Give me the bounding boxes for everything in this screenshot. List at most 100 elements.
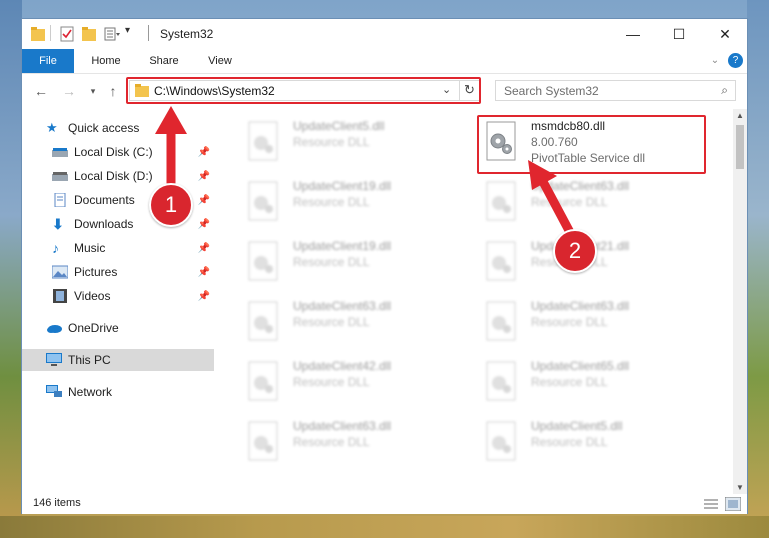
file-name: UpdateClient63.dll [531,299,630,313]
sidebar-item-label: Videos [74,289,111,303]
ribbon: File Home Share View ⌄ ? [22,49,747,74]
music-icon: ♪ [52,240,59,256]
sidebar-item-local-disk-c[interactable]: Local Disk (C:) 📌 [22,141,214,163]
list-item[interactable]: UpdateClient42.dll Resource DLL [245,357,455,405]
chevron-down-icon[interactable]: ▾ [125,25,130,41]
up-arrow-icon[interactable]: ↑ [104,82,122,100]
address-highlight-annotation [126,77,481,104]
file-highlight-annotation [477,115,706,174]
minimize-button[interactable]: — [610,19,656,49]
desktop-background-right [747,0,769,538]
list-item[interactable]: UpdateClient5.dll Resource DLL [483,417,693,465]
sidebar-item-label: Pictures [74,265,118,279]
file-name: UpdateClient19.dll [293,179,392,193]
sidebar-item-label: Network [68,385,113,399]
step-badge-1: 1 [149,183,193,227]
pin-icon[interactable]: 📌 [198,219,210,230]
pin-icon[interactable]: 📌 [198,243,210,254]
sidebar-item-onedrive[interactable]: OneDrive [22,317,214,339]
forward-arrow-icon[interactable]: → [60,82,78,100]
desktop-background-left [0,0,22,538]
customize-icon[interactable] [104,26,120,42]
file-name: UpdateClient63.dll [293,419,392,433]
divider [50,25,51,41]
pictures-icon [52,265,68,279]
vertical-scrollbar[interactable]: ▲ ▼ [733,109,747,494]
file-description: Resource DLL [293,315,370,329]
list-item[interactable]: UpdateClient63.dll Resource DLL [245,297,455,345]
file-description: Resource DLL [293,255,370,269]
scroll-down-icon[interactable]: ▼ [736,483,744,492]
help-button[interactable]: ? [728,53,743,68]
dll-file-icon [486,301,516,341]
new-folder-icon[interactable] [82,26,96,42]
list-item[interactable]: UpdateClient5.dll Resource DLL [245,117,455,165]
sidebar-item-music[interactable]: ♪ Music 📌 [22,237,214,259]
pin-icon[interactable]: 📌 [198,171,210,182]
sidebar-item-label: OneDrive [68,321,119,335]
search-icon[interactable]: ⌕ [721,83,728,98]
navigation-pane: ★ Quick access Local Disk (C:) 📌 Local D… [22,109,214,494]
back-arrow-icon[interactable]: ← [32,82,50,100]
sidebar-item-label: Local Disk (C:) [74,145,153,159]
sidebar-item-quick-access[interactable]: ★ Quick access [22,117,214,139]
list-item[interactable]: UpdateClient65.dll Resource DLL [483,357,693,405]
tab-home[interactable]: Home [82,49,130,73]
pin-icon[interactable]: 📌 [198,291,210,302]
search-input[interactable]: Search System32 ⌕ [495,80,736,101]
dll-file-icon [248,181,278,221]
item-count: 146 items [33,497,81,509]
window-title: System32 [160,27,214,41]
details-view-icon[interactable] [703,498,719,510]
file-description: Resource DLL [531,435,608,449]
file-description: Resource DLL [293,375,370,389]
navigation-bar: ← → ▾ ↑ C:\Windows\System32 ⌄ ↻ Search S… [22,74,747,108]
sidebar-item-pictures[interactable]: Pictures 📌 [22,261,214,283]
pin-icon[interactable]: 📌 [198,195,210,206]
sidebar-item-this-pc[interactable]: This PC [22,349,214,371]
file-name: UpdateClient63.dll [293,299,392,313]
scrollbar-thumb[interactable] [736,125,744,169]
tab-file[interactable]: File [22,49,74,73]
file-name: UpdateClient5.dll [531,419,623,433]
divider [148,25,149,41]
title-bar: ▾ System32 — ☐ ✕ [22,19,747,49]
large-icons-view-icon[interactable] [725,497,741,511]
file-description: Resource DLL [293,195,370,209]
tab-share[interactable]: Share [140,49,188,73]
computer-icon [46,353,62,366]
file-list: UpdateClient5.dll Resource DLL UpdateCli… [215,109,733,494]
properties-icon[interactable] [60,26,74,42]
list-item[interactable]: UpdateClient19.dll Resource DLL [245,237,455,285]
list-item[interactable]: UpdateClient19.dll Resource DLL [245,177,455,225]
chevron-down-icon[interactable]: ⌄ [706,49,724,73]
drive-icon [52,148,68,157]
file-name: UpdateClient42.dll [293,359,392,373]
desktop-background-bottom [0,516,769,538]
dll-file-icon [486,181,516,221]
close-button[interactable]: ✕ [702,19,748,49]
drive-icon [52,172,68,181]
sidebar-item-label: Local Disk (D:) [74,169,153,183]
file-description: Resource DLL [531,375,608,389]
download-icon: ⬇ [52,216,64,232]
dll-file-icon [248,241,278,281]
sidebar-item-label: This PC [68,353,111,367]
cloud-icon [47,325,62,333]
list-item[interactable]: UpdateClient63.dll Resource DLL [483,177,693,225]
list-item[interactable]: UpdateClient63.dll Resource DLL [483,297,693,345]
dll-file-icon [486,421,516,461]
pin-icon[interactable]: 📌 [198,267,210,278]
scroll-up-icon[interactable]: ▲ [736,111,744,120]
tab-view[interactable]: View [196,49,244,73]
recent-locations-chevron-icon[interactable]: ▾ [84,82,102,100]
maximize-button[interactable]: ☐ [656,19,702,49]
sidebar-item-local-disk-d[interactable]: Local Disk (D:) 📌 [22,165,214,187]
list-item[interactable]: UpdateClient63.dll Resource DLL [245,417,455,465]
sidebar-item-videos[interactable]: Videos 📌 [22,285,214,307]
dll-file-icon [486,361,516,401]
pin-icon[interactable]: 📌 [198,147,210,158]
file-description: Resource DLL [531,315,608,329]
sidebar-item-network[interactable]: Network [22,381,214,403]
file-description: Resource DLL [531,195,608,209]
